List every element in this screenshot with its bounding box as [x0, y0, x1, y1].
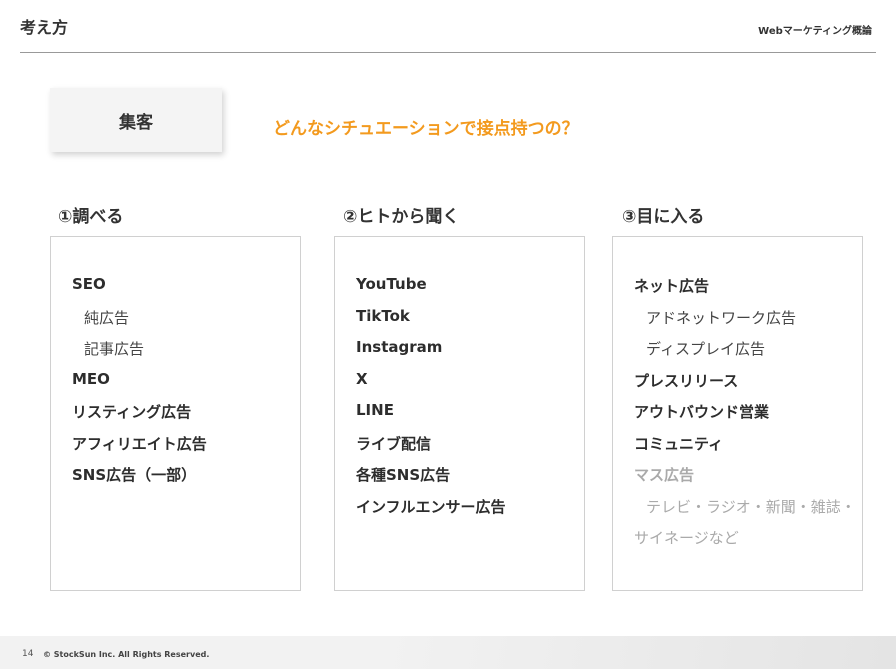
page-subtitle: Webマーケティング概論	[758, 26, 872, 37]
column-heading-search: ①調べる	[58, 207, 124, 227]
list-item: ライブ配信	[356, 434, 432, 453]
list-item: YouTube	[356, 275, 427, 293]
page-title: 考え方	[20, 18, 69, 37]
list-item: 純広告	[84, 308, 130, 327]
list-item: SEO	[72, 275, 106, 293]
list-item: Instagram	[356, 338, 443, 356]
list-item: LINE	[356, 401, 394, 419]
list-item: ネット広告	[634, 277, 710, 295]
question-heading: どんなシチュエーションで接点持つの？	[273, 119, 579, 139]
page-number: 14	[22, 649, 34, 659]
channel-list: ネット広告 アドネットワーク広告 ディスプレイ広告 プレスリリース アウトバウン…	[634, 275, 856, 559]
list-item: コミュニティ	[634, 434, 724, 453]
header-divider	[20, 52, 876, 53]
topic-tag-label: 集客	[119, 112, 153, 133]
channel-list: YouTube TikTok Instagram X LINE ライブ配信 各種…	[356, 275, 506, 527]
list-item: TikTok	[356, 306, 410, 325]
list-item: X	[356, 369, 368, 388]
list-item: プレスリリース	[634, 371, 739, 390]
column-heading-exposure: ③目に入る	[622, 207, 705, 227]
list-item: サイネージなど	[634, 529, 739, 547]
list-item: マス広告	[634, 466, 695, 484]
list-item: ディスプレイ広告	[646, 340, 765, 358]
list-item: 各種SNS広告	[356, 466, 451, 484]
list-item: 記事広告	[84, 340, 145, 358]
footer-decoration	[380, 636, 896, 669]
column-box-exposure: ネット広告 アドネットワーク広告 ディスプレイ広告 プレスリリース アウトバウン…	[612, 236, 863, 591]
topic-tag: 集客	[50, 88, 222, 152]
list-item: SNS広告（一部）	[72, 466, 197, 484]
list-item: アドネットワーク広告	[646, 308, 797, 327]
channel-list: SEO 純広告 記事広告 MEO リスティング広告 アフィリエイト広告 SNS広…	[72, 275, 207, 496]
column-box-search: SEO 純広告 記事広告 MEO リスティング広告 アフィリエイト広告 SNS広…	[50, 236, 301, 591]
list-item: インフルエンサー広告	[356, 497, 506, 516]
column-box-word-of-mouth: YouTube TikTok Instagram X LINE ライブ配信 各種…	[334, 236, 585, 591]
copyright-text: © StockSun Inc. All Rights Reserved.	[43, 650, 210, 659]
list-item: アウトバウンド営業	[634, 403, 770, 421]
list-item: MEO	[72, 369, 110, 388]
list-item: リスティング広告	[72, 403, 192, 421]
list-item: テレビ・ラジオ・新聞・雑誌・	[646, 497, 856, 516]
column-heading-word-of-mouth: ②ヒトから聞く	[343, 207, 460, 227]
list-item: アフィリエイト広告	[72, 434, 207, 453]
